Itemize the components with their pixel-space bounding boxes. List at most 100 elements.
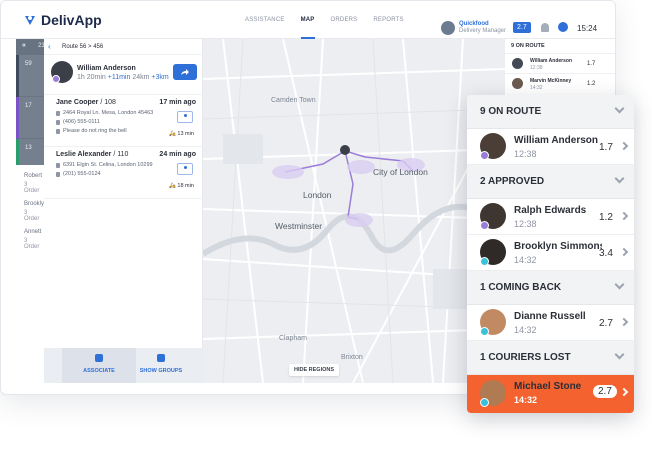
nav-reports[interactable]: REPORTS xyxy=(373,1,403,39)
stop-address: 2464 Royal Ln. Mesa, London 45463 xyxy=(56,110,153,116)
strip-light-name: Annett xyxy=(24,229,42,235)
strip-header: « 23 xyxy=(16,39,45,55)
stop-customer: Leslie Alexander / 110 xyxy=(56,151,129,158)
courier-name: Michael Stone xyxy=(514,381,582,392)
courier-row[interactable]: William Anderson 12:38 1.7 xyxy=(467,129,634,165)
driver-avatar xyxy=(51,61,73,83)
show-groups-button[interactable]: SHOW GROUPS xyxy=(136,348,186,383)
associate-button[interactable]: ASSOCIATE xyxy=(62,348,136,383)
chat-icon[interactable] xyxy=(558,22,568,32)
list-item[interactable]: Marvin McKinney 14:32 1.2 xyxy=(505,73,615,93)
nav-map[interactable]: MAP xyxy=(300,1,315,39)
strip-light-orders: 3 Order xyxy=(24,238,40,250)
send-route-button[interactable] xyxy=(173,64,197,80)
stop-time: 24 min ago xyxy=(159,151,196,158)
chevron-right-icon xyxy=(619,211,629,221)
list-item[interactable]: William Anderson 12:38 1.7 xyxy=(505,53,615,73)
map-view[interactable]: Camden Town London City of London Westmi… xyxy=(203,39,505,383)
rating-badge[interactable]: 2.7 xyxy=(513,22,531,33)
app-logo[interactable]: DelivApp xyxy=(23,12,102,28)
courier-row[interactable]: Dianne Russell 14:32 2.7 xyxy=(467,305,634,341)
courier-rating: 1.7 xyxy=(599,142,613,153)
courier-time: 12:38 xyxy=(514,219,537,229)
courier-name: Marvin McKinney xyxy=(530,78,572,84)
route-title: Route 56 > 456 xyxy=(62,44,104,50)
stop-note: Please do not ring the bell xyxy=(56,128,127,134)
clock: 15:24 xyxy=(577,24,598,33)
courier-time: 14:32 xyxy=(530,85,543,91)
section-title: 1 COMING BACK xyxy=(480,282,562,293)
driver-extra-time: +11min xyxy=(107,74,131,81)
courier-time: 12:38 xyxy=(514,149,537,159)
nav-orders[interactable]: ORDERS xyxy=(331,1,358,39)
chevron-down-icon xyxy=(614,103,625,114)
courier-rating: 3.4 xyxy=(599,248,613,259)
courier-name: William Anderson xyxy=(530,58,572,64)
stage: DelivApp ASSISTANCE MAP ORDERS REPORTS Q… xyxy=(0,0,652,453)
chevron-right-icon xyxy=(619,141,629,151)
map-label: London xyxy=(303,190,332,200)
map-label: Brixton xyxy=(341,354,363,361)
stop-item[interactable]: Leslie Alexander / 110 24 min ago 6391 E… xyxy=(44,147,203,199)
user-name: Quickfood xyxy=(459,21,489,27)
status-dot xyxy=(480,221,489,230)
courier-name: William Anderson xyxy=(514,135,598,146)
courier-time: 14:32 xyxy=(514,395,538,405)
courier-rating: 1.2 xyxy=(599,212,613,223)
section-header-on-route[interactable]: 9 ON ROUTE xyxy=(467,95,634,129)
courier-row[interactable]: Ralph Edwards 12:38 1.2 xyxy=(467,199,634,235)
courier-time: 14:32 xyxy=(514,255,537,265)
pin-icon xyxy=(56,110,60,116)
route-panel: ‹ Route 56 > 456 William Anderson 1h 20m… xyxy=(44,39,203,383)
strip-row-bar xyxy=(16,55,19,97)
courier-value: 1.2 xyxy=(587,81,596,87)
hide-regions-button[interactable]: HIDE REGIONS xyxy=(289,364,340,376)
strip-light-orders: 3 Order xyxy=(24,210,40,222)
section-header-coming-back[interactable]: 1 COMING BACK xyxy=(467,271,634,305)
stop-phone: (201) 555-0124 xyxy=(56,171,101,177)
strip-light-row[interactable]: Annett 3 Order xyxy=(16,227,44,255)
collapse-arrow-icon[interactable]: « xyxy=(22,42,26,49)
back-arrow-icon[interactable]: ‹ xyxy=(48,42,51,51)
courier-name: Dianne Russell xyxy=(514,311,586,322)
status-dot xyxy=(480,327,489,336)
phone-icon xyxy=(56,119,60,125)
section-title: 9 ON ROUTE xyxy=(480,106,542,117)
assign-courier-button[interactable] xyxy=(177,163,193,175)
route-driver: William Anderson 1h 20min +11min 24km +3… xyxy=(44,55,203,95)
route-footer: ASSOCIATE SHOW GROUPS xyxy=(44,348,203,383)
driver-distance: 24km xyxy=(132,74,150,81)
stop-item[interactable]: Jane Cooper / 108 17 min ago 2464 Royal … xyxy=(44,95,203,147)
section-title: 1 COURIERS LOST xyxy=(480,352,571,363)
chevron-down-icon xyxy=(614,279,625,290)
section-title: 2 APPROVED xyxy=(480,176,545,187)
strip-row[interactable]: 17 xyxy=(16,97,44,139)
nav-assistance[interactable]: ASSISTANCE xyxy=(245,1,285,39)
courier-row[interactable]: Brooklyn Simmons 14:32 3.4 xyxy=(467,235,634,271)
route-header: ‹ Route 56 > 456 xyxy=(44,39,203,55)
section-header-couriers-lost[interactable]: 1 COURIERS LOST xyxy=(467,341,634,375)
strip-light-row[interactable]: Brooklyn 3 Order xyxy=(16,199,47,227)
map-canvas xyxy=(203,39,505,383)
section-header-approved[interactable]: 2 APPROVED xyxy=(467,165,634,199)
logo-icon xyxy=(25,16,35,25)
app-name: DelivApp xyxy=(41,12,102,28)
strip-light-row[interactable]: Robert 3 Order xyxy=(16,171,44,199)
strip-row-bar xyxy=(16,97,19,139)
chevron-right-icon xyxy=(619,387,629,397)
avatar xyxy=(512,58,523,69)
pin-icon xyxy=(56,162,60,168)
user-menu[interactable]: Quickfood Delivery Manager xyxy=(441,21,506,35)
driver-extra-distance: +3km xyxy=(151,74,169,81)
assign-courier-button[interactable] xyxy=(177,111,193,123)
bell-icon[interactable] xyxy=(541,23,549,32)
courier-time: 12:38 xyxy=(530,65,543,71)
courier-row-lost[interactable]: Michael Stone 14:32 2.7 xyxy=(467,375,634,413)
courier-value: 1.7 xyxy=(587,61,596,67)
courier-name: Ralph Edwards xyxy=(514,205,587,216)
share-arrow-icon xyxy=(181,69,189,75)
status-dot xyxy=(480,257,489,266)
info-icon xyxy=(56,128,60,134)
strip-row[interactable]: 59 xyxy=(16,55,44,97)
groups-icon xyxy=(157,354,165,362)
